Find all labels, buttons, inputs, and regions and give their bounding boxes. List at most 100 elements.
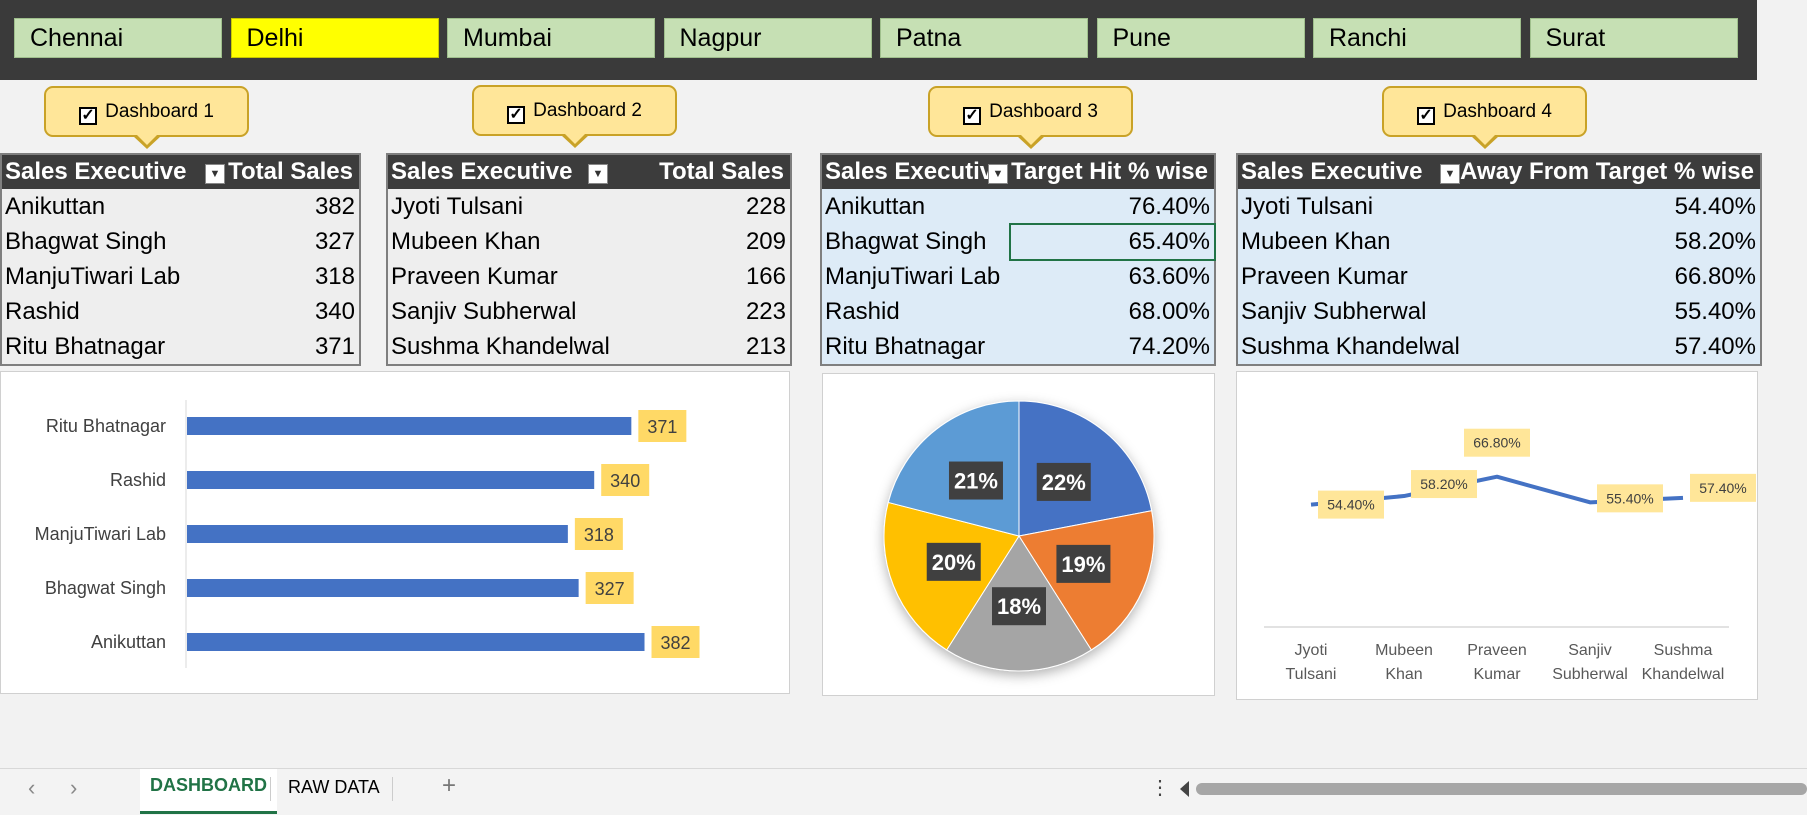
slicer-city-mumbai[interactable]: Mumbai [447, 18, 655, 58]
filter-dropdown-icon[interactable]: ▼ [205, 164, 225, 184]
dashboard-3-checkbox[interactable]: ✓ Dashboard 3 [928, 86, 1133, 149]
active-cell-selection[interactable] [1009, 223, 1216, 261]
table-row[interactable]: Rashid 340 [2, 294, 359, 329]
table-row[interactable]: Sushma Khandelwal 213 [388, 329, 790, 364]
column-header: Sales Executive [825, 158, 1007, 185]
horizontal-scrollbar[interactable] [1196, 783, 1807, 795]
line-data-label: 54.40% [1327, 497, 1374, 513]
bar-category-label: ManjuTiwari Lab [35, 524, 166, 544]
value-cell: 76.40% [1128, 193, 1210, 220]
executive-name: Rashid [825, 298, 900, 325]
checkbox-checked-icon[interactable]: ✓ [1417, 107, 1436, 125]
bar-data-label: 318 [584, 525, 614, 545]
prev-sheet-icon[interactable]: ‹ [28, 775, 35, 801]
dashboard-2-checkbox[interactable]: ✓ Dashboard 2 [472, 85, 677, 148]
line-chart-box[interactable]: 54.40% Jyoti Tulsani 58.20% Mubeen Khan 66.80%… [1236, 371, 1758, 700]
value-cell: 213 [745, 333, 786, 360]
filter-dropdown-icon[interactable]: ▼ [1440, 164, 1460, 184]
bar-data-label: 382 [660, 633, 690, 653]
executive-name: Jyoti Tulsani [391, 193, 524, 220]
slicer-city-delhi[interactable]: Delhi [230, 18, 439, 58]
bar [187, 633, 645, 651]
slicer-city-chennai[interactable]: Chennai [14, 18, 222, 58]
filter-dropdown-icon[interactable]: ▼ [988, 164, 1008, 184]
bar-category-label: Rashid [110, 470, 166, 490]
table-row[interactable]: ManjuTiwari Lab 63.60% [822, 259, 1214, 294]
table-row[interactable]: Praveen Kumar 66.80% [1238, 259, 1760, 294]
sheet-tab-bar: ‹ › DASHBOARD RAW DATA + ⋮ [0, 768, 1807, 815]
value-cell: 57.40% [1674, 333, 1756, 360]
executive-name: Anikuttan [5, 193, 106, 220]
table-row[interactable]: Mubeen Khan 58.20% [1238, 224, 1760, 259]
add-sheet-icon[interactable]: + [442, 772, 456, 800]
column-header: Sales Executive [5, 158, 187, 185]
slicer-city-surat[interactable]: Surat [1529, 18, 1738, 58]
table-row[interactable]: Ritu Bhatnagar 74.20% [822, 329, 1214, 364]
line-category-label: Sanjiv [1568, 642, 1612, 659]
table-row[interactable]: Sushma Khandelwal 57.40% [1238, 329, 1760, 364]
next-sheet-icon[interactable]: › [70, 775, 77, 801]
bar-chart-box[interactable]: Ritu Bhatnagar 371 Rashid 340 ManjuTiwari La… [0, 371, 790, 694]
checkbox-checked-icon[interactable]: ✓ [963, 107, 982, 125]
column-header: Total Sales [228, 158, 353, 185]
tab-dashboard[interactable]: DASHBOARD [140, 769, 277, 814]
filter-dropdown-icon[interactable]: ▼ [588, 164, 608, 184]
table-row[interactable]: Jyoti Tulsani 54.40% [1238, 189, 1760, 224]
slicer-city-nagpur[interactable]: Nagpur [663, 18, 872, 58]
line-category-label: Sushma [1654, 642, 1713, 659]
tab-raw-data[interactable]: RAW DATA [288, 777, 380, 798]
column-header: Sales Executive [391, 158, 573, 185]
executive-name: ManjuTiwari Lab [825, 263, 1001, 290]
line-category-label: Praveen [1467, 642, 1527, 659]
executive-name: Sanjiv Subherwal [1241, 298, 1427, 325]
value-cell: 66.80% [1674, 263, 1756, 290]
dashboard-label: Dashboard 4 [1443, 101, 1552, 122]
bar-data-label: 371 [647, 417, 677, 437]
pivot-table-total-sales-1: Sales Executive ▼ Total Sales Anikuttan 382 B… [0, 153, 361, 366]
pie-data-label: 22% [1042, 470, 1086, 495]
table-row[interactable]: Anikuttan 76.40% [822, 189, 1214, 224]
value-cell: 318 [314, 263, 355, 290]
city-slicer: Chennai Delhi Mumbai Nagpur Patna Pune Ranchi S… [0, 0, 1757, 80]
pie-chart-box[interactable]: 22% 19% 18% 20% 21% [822, 373, 1215, 696]
slicer-city-pune[interactable]: Pune [1096, 18, 1305, 58]
scroll-left-icon[interactable] [1180, 781, 1189, 797]
line-category-label: Jyoti [1295, 642, 1328, 659]
tab-divider [392, 777, 393, 801]
table-row[interactable]: Mubeen Khan 209 [388, 224, 790, 259]
executive-name: Ritu Bhatnagar [5, 333, 166, 360]
table-row[interactable]: Bhagwat Singh 327 [2, 224, 359, 259]
pie-slices [883, 400, 1155, 672]
bar [187, 471, 595, 489]
line-data-label: 55.40% [1606, 490, 1653, 506]
line-data-label: 66.80% [1473, 435, 1520, 451]
table-row[interactable]: Jyoti Tulsani 228 [388, 189, 790, 224]
slicer-city-patna[interactable]: Patna [880, 18, 1088, 58]
table-row[interactable]: Praveen Kumar 166 [388, 259, 790, 294]
dashboard-4-checkbox[interactable]: ✓ Dashboard 4 [1382, 86, 1587, 149]
table-row[interactable]: ManjuTiwari Lab 318 [2, 259, 359, 294]
executive-name: Sushma Khandelwal [1241, 333, 1460, 360]
table-row[interactable]: Sanjiv Subherwal 55.40% [1238, 294, 1760, 329]
executive-name: Rashid [5, 298, 80, 325]
table-row[interactable]: Anikuttan 382 [2, 189, 359, 224]
line-data-label: 57.40% [1699, 480, 1746, 496]
more-options-icon[interactable]: ⋮ [1150, 775, 1170, 800]
table-row[interactable]: Rashid 68.00% [822, 294, 1214, 329]
value-cell: 382 [314, 193, 355, 220]
slicer-city-ranchi[interactable]: Ranchi [1313, 18, 1521, 58]
tab-divider [270, 777, 271, 801]
dashboard-1-checkbox[interactable]: ✓ Dashboard 1 [44, 86, 249, 149]
value-cell: 68.00% [1128, 298, 1210, 325]
executive-name: Praveen Kumar [391, 263, 558, 290]
executive-name: Sushma Khandelwal [391, 333, 610, 360]
table-row[interactable]: Sanjiv Subherwal 223 [388, 294, 790, 329]
checkbox-checked-icon[interactable]: ✓ [507, 106, 526, 124]
value-cell: 223 [745, 298, 786, 325]
executive-name: Mubeen Khan [1241, 228, 1391, 255]
pie-data-label: 19% [1061, 552, 1105, 577]
pivot-table-away-from-target: Sales Executive ▼ Away From Target % wise J… [1236, 153, 1762, 366]
checkbox-checked-icon[interactable]: ✓ [79, 107, 98, 125]
table-row[interactable]: Ritu Bhatnagar 371 [2, 329, 359, 364]
line-data-label: 58.20% [1420, 476, 1467, 492]
